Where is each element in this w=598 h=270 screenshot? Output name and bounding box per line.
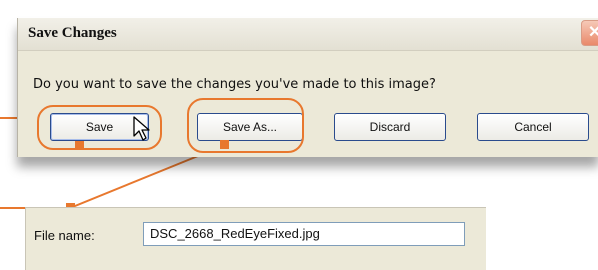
marker-save-as [220,140,229,149]
close-icon: ✕ [588,24,598,41]
file-name-input[interactable]: DSC_2668_RedEyeFixed.jpg [143,222,465,246]
dialog-message: Do you want to save the changes you've m… [33,77,436,92]
dialog-title: Save Changes [28,25,117,41]
marker-save [75,141,84,150]
file-name-label: File name: [34,228,95,243]
close-button[interactable]: ✕ [581,20,598,46]
discard-button[interactable]: Discard [334,113,446,141]
file-name-panel: File name: DSC_2668_RedEyeFixed.jpg [25,207,486,270]
highlight-ring-save-as [187,98,304,153]
arrow-pointer-icon [133,116,150,141]
cancel-button[interactable]: Cancel [477,113,589,141]
dialog-titlebar: Save Changes ✕ [18,18,598,51]
